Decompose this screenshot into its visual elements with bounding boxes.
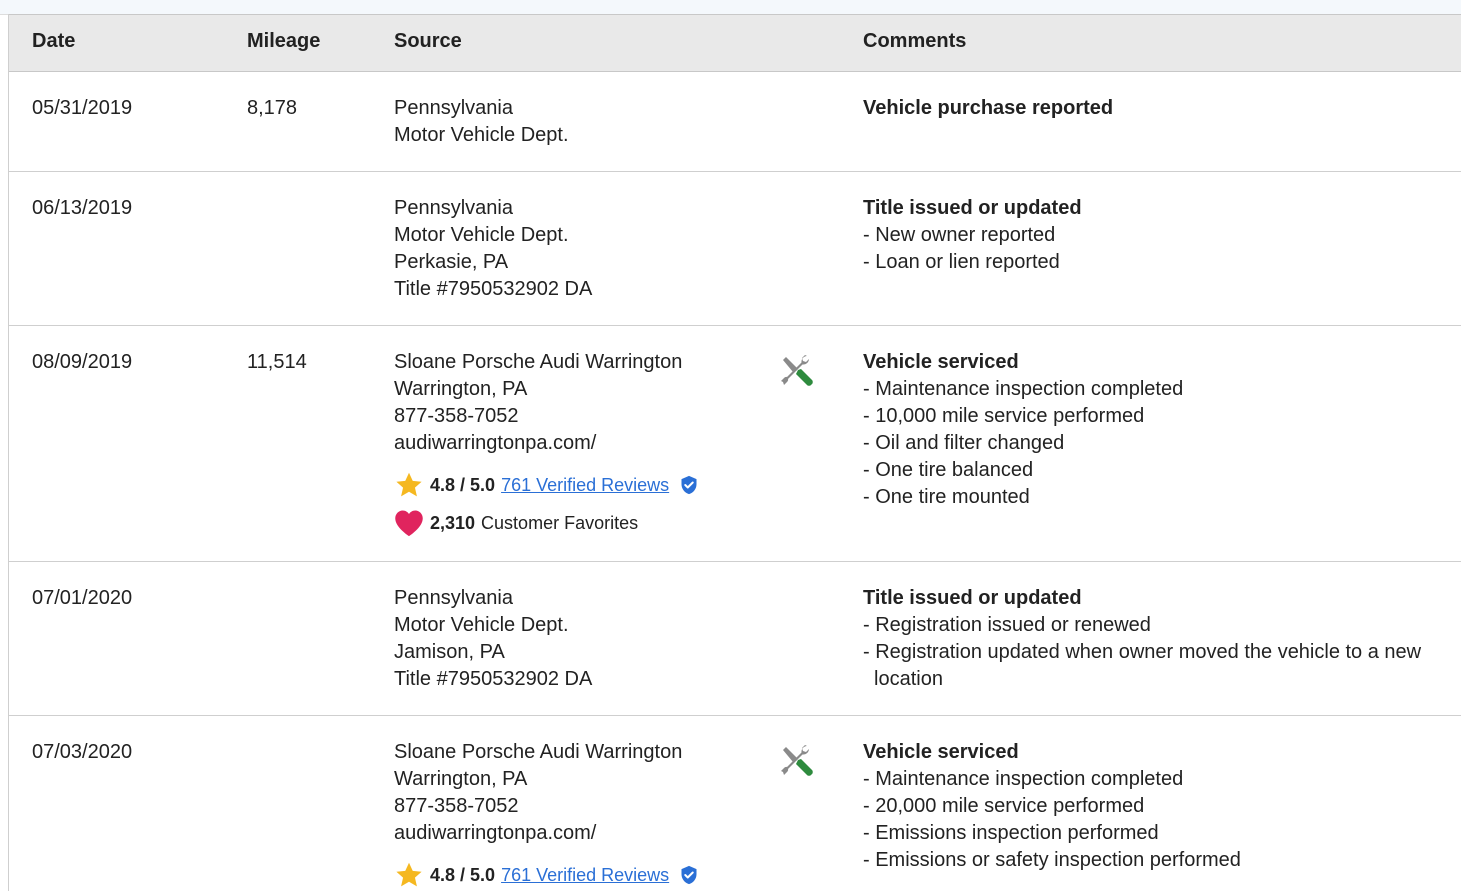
row-source: Pennsylvania Motor Vehicle Dept. Jamison… xyxy=(394,585,754,693)
heart-icon xyxy=(395,510,423,537)
top-strip xyxy=(0,0,1461,15)
verified-reviews-link[interactable]: 761 Verified Reviews xyxy=(501,863,669,887)
comment-item: - One tire mounted xyxy=(863,486,1030,508)
rating-value: 4.8 / 5.0 xyxy=(430,865,496,885)
comment-title: Title issued or updated xyxy=(863,587,1082,609)
shop-website: audiwarringtonpa.com/ xyxy=(394,432,597,454)
favorites-label: Customer Favorites xyxy=(481,513,639,533)
shop-location: Warrington, PA xyxy=(394,768,528,790)
shop-name: Sloane Porsche Audi Warrington xyxy=(394,351,683,373)
shop-website: audiwarringtonpa.com/ xyxy=(394,822,597,844)
shop-phone: 877-358-7052 xyxy=(394,795,519,817)
table-row: 06/13/2019 Pennsylvania Motor Vehicle De… xyxy=(9,172,1461,326)
row-source: Pennsylvania Motor Vehicle Dept. xyxy=(394,95,754,149)
wrench-screwdriver-icon xyxy=(781,355,813,386)
row-date: 07/03/2020 xyxy=(32,741,133,763)
source-line: Pennsylvania xyxy=(394,97,513,119)
star-icon xyxy=(396,862,422,887)
source-line: Motor Vehicle Dept. xyxy=(394,224,569,246)
verified-shield-icon xyxy=(681,865,697,885)
comment-item: - Maintenance inspection completed xyxy=(863,768,1184,790)
row-mileage: 8,178 xyxy=(247,97,298,119)
comment-item: - Loan or lien reported xyxy=(863,251,1060,273)
comment-title: Vehicle serviced xyxy=(863,351,1019,373)
history-table: Date Mileage Source Comments 05/31/2019 … xyxy=(8,14,1461,891)
comment-title: Title issued or updated xyxy=(863,197,1082,219)
source-line: Pennsylvania xyxy=(394,197,513,219)
favorites-count: 2,310 xyxy=(430,513,476,533)
header-source: Source xyxy=(394,30,462,52)
header-mileage: Mileage xyxy=(247,30,321,52)
comment-item: - Registration issued or renewed xyxy=(863,614,1151,636)
row-comments: Vehicle purchase reported xyxy=(863,95,1453,122)
row-comments: Vehicle serviced - Maintenance inspectio… xyxy=(863,739,1453,874)
table-header: Date Mileage Source Comments xyxy=(9,14,1461,72)
comment-item: - Oil and filter changed xyxy=(863,432,1065,454)
row-comments: Title issued or updated - New owner repo… xyxy=(863,195,1453,276)
source-line: Motor Vehicle Dept. xyxy=(394,614,569,636)
row-date: 05/31/2019 xyxy=(32,97,133,119)
shop-phone: 877-358-7052 xyxy=(394,405,519,427)
rating-value: 4.8 / 5.0 xyxy=(430,475,496,495)
verified-shield-icon xyxy=(681,475,697,495)
star-icon xyxy=(396,472,422,497)
comment-item: - New owner reported xyxy=(863,224,1056,246)
table-row: 07/03/2020 Sloane Porsche Audi Warringto… xyxy=(9,716,1461,891)
customer-favorites: 2,310 Customer Favorites xyxy=(394,509,754,537)
row-comments: Vehicle serviced - Maintenance inspectio… xyxy=(863,349,1453,511)
shop-location: Warrington, PA xyxy=(394,378,528,400)
source-line: Title #7950532902 DA xyxy=(394,278,593,300)
verified-reviews-link[interactable]: 761 Verified Reviews xyxy=(501,473,669,497)
header-date: Date xyxy=(32,30,76,52)
row-source: Sloane Porsche Audi Warrington Warringto… xyxy=(394,349,754,537)
row-source: Sloane Porsche Audi Warrington Warringto… xyxy=(394,739,754,889)
row-date: 06/13/2019 xyxy=(32,197,133,219)
comment-item: - Emissions or safety inspection perform… xyxy=(863,849,1241,871)
header-comments: Comments xyxy=(863,30,967,52)
shop-rating: 4.8 / 5.0 761 Verified Reviews xyxy=(394,861,754,889)
comment-item: - Emissions inspection performed xyxy=(863,822,1159,844)
source-line: Motor Vehicle Dept. xyxy=(394,124,569,146)
row-mileage: 11,514 xyxy=(247,351,307,373)
comment-item: - Registration updated when owner moved … xyxy=(863,641,1422,690)
source-line: Jamison, PA xyxy=(394,641,505,663)
shop-rating: 4.8 / 5.0 761 Verified Reviews xyxy=(394,471,754,499)
comment-item: - 20,000 mile service performed xyxy=(863,795,1145,817)
table-row: 08/09/2019 11,514 Sloane Porsche Audi Wa… xyxy=(9,326,1461,562)
table-row: 05/31/2019 8,178 Pennsylvania Motor Vehi… xyxy=(9,72,1461,172)
row-date: 07/01/2020 xyxy=(32,587,133,609)
comment-item: - Maintenance inspection completed xyxy=(863,378,1184,400)
comment-title: Vehicle serviced xyxy=(863,741,1019,763)
source-line: Pennsylvania xyxy=(394,587,513,609)
wrench-screwdriver-icon xyxy=(781,745,813,776)
comment-title: Vehicle purchase reported xyxy=(863,97,1114,119)
row-source: Pennsylvania Motor Vehicle Dept. Perkasi… xyxy=(394,195,754,303)
table-row: 07/01/2020 Pennsylvania Motor Vehicle De… xyxy=(9,562,1461,716)
row-comments: Title issued or updated - Registration i… xyxy=(863,585,1453,693)
vehicle-history-page: Date Mileage Source Comments 05/31/2019 … xyxy=(0,0,1461,891)
source-line: Title #7950532902 DA xyxy=(394,668,593,690)
comment-item: - 10,000 mile service performed xyxy=(863,405,1145,427)
shop-name: Sloane Porsche Audi Warrington xyxy=(394,741,683,763)
row-date: 08/09/2019 xyxy=(32,351,133,373)
comment-item: - One tire balanced xyxy=(863,459,1034,481)
source-line: Perkasie, PA xyxy=(394,251,509,273)
